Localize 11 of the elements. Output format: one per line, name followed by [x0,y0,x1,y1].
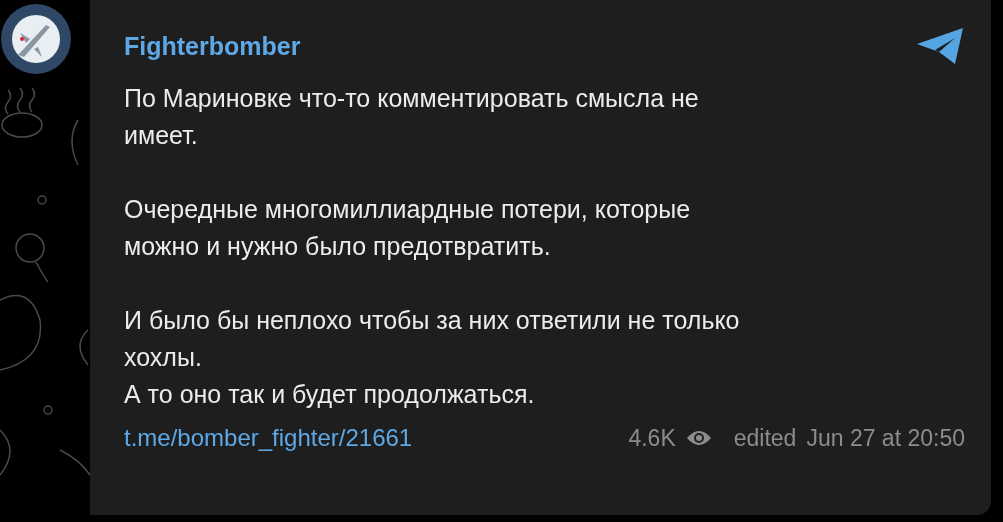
message-paragraph: Очередные многомиллиардные потери, которые можно и нужно было предотвратить. [124,194,692,262]
paper-plane-icon[interactable] [915,26,965,66]
post-link[interactable]: t.me/bomber_fighter/21661 [124,424,413,452]
message-paragraph: По Мариновке что-то комментировать смысла не имеет. [124,83,700,151]
message-time: Jun 27 at 20:50 [806,424,965,452]
channel-name[interactable]: Fighterbomber [124,31,301,61]
edited-label: edited [733,424,797,452]
avatar[interactable] [0,3,72,75]
message-paragraph: И было бы неплохо чтобы за них ответили не только хохлы. А то оно так и будет продолжаться. [124,305,741,410]
eye-icon [685,429,712,447]
view-count: 4.6K [628,424,676,452]
